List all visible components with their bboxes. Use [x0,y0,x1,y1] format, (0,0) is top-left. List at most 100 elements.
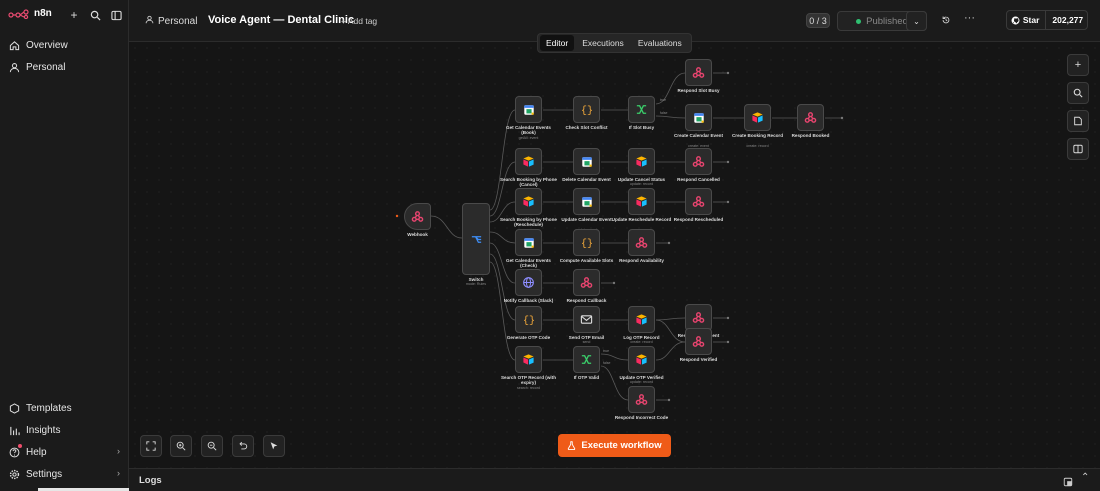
airtable-icon [636,156,647,167]
node-notify-callback[interactable] [515,269,542,296]
node-respond-incorrect[interactable] [628,386,655,413]
webhook-icon [635,394,648,405]
node-label: Respond Rescheduled [673,217,724,222]
node-if-slot[interactable] [628,96,655,123]
node-get-cal-book[interactable] [515,96,542,123]
node-label: Respond Availability [619,258,664,263]
sidebar-item-settings[interactable]: Settings › [8,466,122,482]
node-respond-cancelled[interactable] [685,148,712,175]
node-label: Respond Cancelled [677,177,720,182]
logs-panel[interactable]: Logs ⌃ [129,468,1100,491]
webhook-icon [692,67,705,78]
popout-icon[interactable] [1063,474,1073,491]
node-delete-cal[interactable] [573,148,600,175]
edge-label-true: true [603,349,609,353]
node-label: Compute Available Slots [559,258,614,263]
node-respond-callback[interactable] [573,269,600,296]
node-update-otp[interactable] [628,346,655,373]
published-label: Published [866,15,908,27]
if-icon [636,105,647,114]
node-send-otp[interactable] [573,306,600,333]
node-update-cal[interactable] [573,188,600,215]
node-search-resched[interactable] [515,188,542,215]
node-create-cal[interactable] [685,104,712,131]
code-icon: {} [523,315,535,326]
node-webhook[interactable] [404,203,431,230]
node-label: Respond Callback [566,298,607,303]
webhook-icon [804,112,817,123]
note-icon [1074,116,1082,126]
more-options-icon[interactable]: ··· [964,12,975,24]
logo-text: n8n [34,8,52,19]
add-node-button[interactable]: + [1067,54,1089,76]
breadcrumb-project[interactable]: Personal [145,15,197,27]
node-respond-booked[interactable] [797,104,824,131]
node-subtitle: create: record [630,340,653,345]
github-star-button[interactable]: Star 202,277 [1006,10,1088,30]
node-generate-otp[interactable]: {} [515,306,542,333]
counter-badge: 0 / 3 [806,13,830,28]
cursor-mode-button[interactable] [263,435,285,457]
zoom-in-button[interactable] [170,435,192,457]
sticky-note-button[interactable] [1067,110,1089,132]
node-subtitle: update: record [629,380,654,385]
chevron-up-icon[interactable]: ⌃ [1081,472,1089,483]
add-icon[interactable]: + [67,8,81,22]
zoom-out-button[interactable] [201,435,223,457]
node-update-resched[interactable] [628,188,655,215]
star-count: 202,277 [1052,15,1084,25]
node-respond-avail[interactable] [628,229,655,256]
node-create-booking[interactable] [744,104,771,131]
publish-dropdown-button[interactable]: ⌄ [906,11,927,31]
calendar-icon [523,237,534,248]
node-search-otp[interactable] [515,346,542,373]
node-if-otp[interactable] [573,346,600,373]
node-label: Respond Incorrect Code [614,415,669,420]
toggle-panel-button[interactable] [1067,138,1089,160]
gear-icon [8,468,20,480]
node-respond-verified[interactable] [685,328,712,355]
app-window: n8n + Overview Personal Templates Insigh… [0,0,1100,491]
node-subtitle: update: record [629,182,654,187]
calendar-icon [693,112,704,123]
github-icon [1011,16,1020,24]
sidebar-item-label: Settings [26,468,63,480]
chevron-right-icon: › [117,468,120,478]
add-tag-button[interactable]: + Add tag [341,16,377,26]
node-check-slot[interactable]: {} [573,96,600,123]
flask-icon [568,441,576,450]
node-switch[interactable] [462,203,490,275]
node-label: Update Reschedule Record [611,217,672,222]
fit-view-icon [146,441,156,451]
search-nodes-button[interactable] [1067,82,1089,104]
node-compute-slots[interactable]: {} [573,229,600,256]
node-log-otp[interactable] [628,306,655,333]
execute-workflow-button[interactable]: Execute workflow [558,434,671,457]
star-label: Star [1022,15,1040,25]
svg-text:{}: {} [523,315,535,326]
node-get-cal-check[interactable] [515,229,542,256]
node-subtitle: send [582,340,591,345]
node-respond-otp[interactable] [685,304,712,331]
history-icon[interactable] [941,15,951,25]
node-update-cancel[interactable] [628,148,655,175]
svg-text:{}: {} [581,105,593,116]
logs-label: Logs [139,475,162,486]
collapse-sidebar-icon[interactable] [109,8,123,22]
fit-view-button[interactable] [140,435,162,457]
search-icon[interactable] [88,8,102,22]
undo-button[interactable] [232,435,254,457]
workflow-title[interactable]: Voice Agent — Dental Clinic [208,14,354,26]
webhook-icon [692,312,705,323]
node-search-cancel[interactable] [515,148,542,175]
n8n-logo[interactable]: n8n [8,8,52,19]
node-respond-busy[interactable] [685,59,712,86]
edge-label-true: true [660,98,666,102]
webhook-icon [692,196,705,207]
chevron-down-icon: ⌄ [913,16,920,26]
svg-text:{}: {} [581,238,593,249]
node-label: Create Calendar Event [673,133,724,138]
node-label: Search OTP Record (with expiry) [500,375,557,386]
node-respond-resched[interactable] [685,188,712,215]
globe-icon [523,277,534,288]
